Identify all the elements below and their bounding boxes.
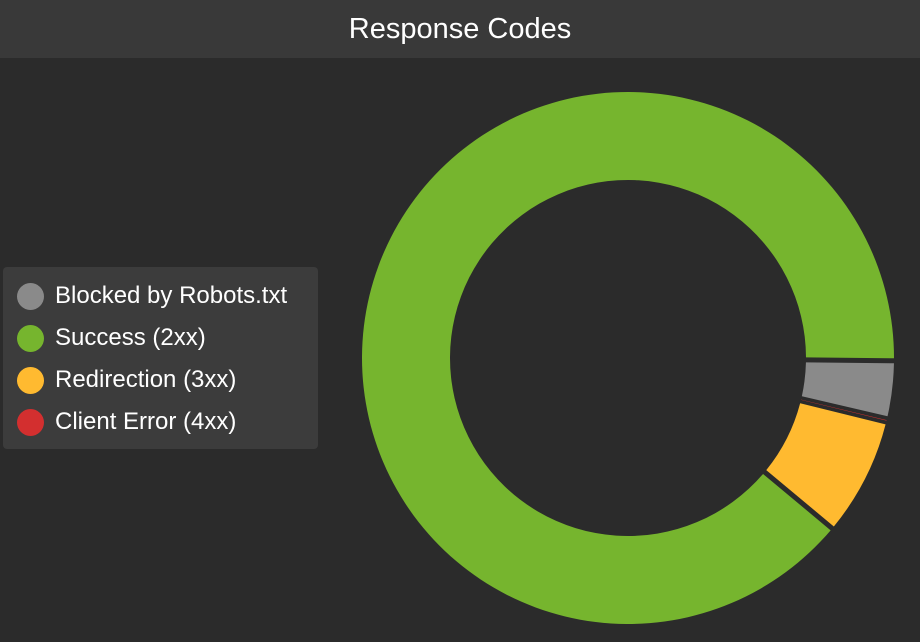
legend-label-blocked: Blocked by Robots.txt: [55, 282, 288, 309]
legend-swatch-redirection: [17, 366, 44, 394]
chart-legend: Blocked by Robots.txt Success (2xx) Redi…: [3, 267, 318, 449]
legend-label-client-error: Client Error (4xx): [55, 408, 237, 435]
legend-item-redirection[interactable]: Redirection (3xx): [3, 359, 318, 401]
legend-swatch-success: [17, 324, 44, 352]
legend-swatch-blocked: [17, 282, 44, 310]
legend-item-success[interactable]: Success (2xx): [3, 317, 318, 359]
legend-label-success: Success (2xx): [55, 324, 206, 351]
legend-item-client-error[interactable]: Client Error (4xx): [3, 401, 318, 443]
legend-label-redirection: Redirection (3xx): [55, 366, 237, 393]
chart-panel: Response Codes Blocked by Robots.txt Suc…: [0, 0, 920, 642]
donut-slice-success[interactable]: [361, 92, 894, 625]
legend-item-blocked[interactable]: Blocked by Robots.txt: [3, 275, 318, 317]
legend-swatch-client-error: [17, 408, 44, 436]
